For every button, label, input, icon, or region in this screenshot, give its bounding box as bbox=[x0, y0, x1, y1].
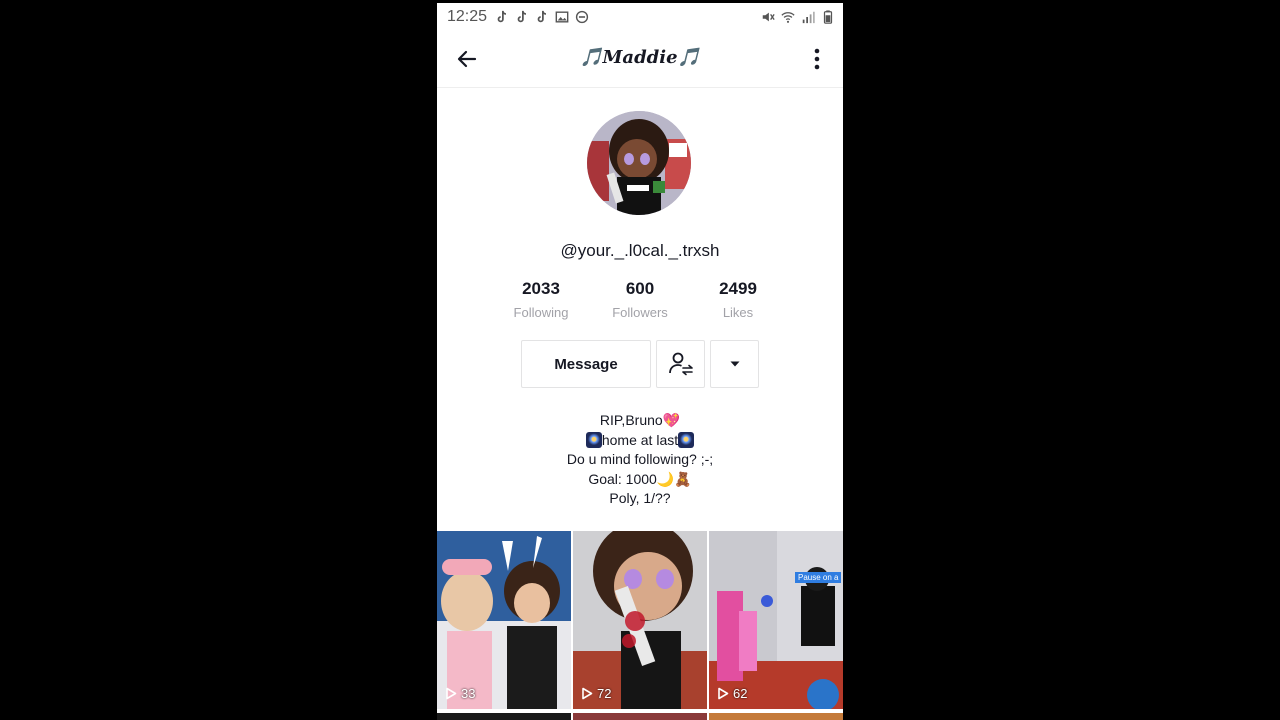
video-view-count-text: 72 bbox=[597, 686, 612, 701]
bio-line-3: Do u mind following? ;-; bbox=[566, 451, 714, 467]
video-thumbnail-image bbox=[573, 531, 707, 709]
video-thumbnail-partial[interactable] bbox=[437, 713, 571, 720]
bio-line-4: Goal: 1000🌙🧸 bbox=[588, 470, 692, 487]
video-thumbnail[interactable]: 33 bbox=[437, 531, 571, 709]
video-view-count-text: 33 bbox=[461, 686, 476, 701]
stat-following[interactable]: 2033 Following bbox=[496, 279, 586, 320]
video-thumbnail-image bbox=[437, 531, 571, 709]
tiktok-icon bbox=[537, 10, 547, 23]
status-bar: 12:25 bbox=[437, 3, 843, 31]
stat-followers-count: 600 bbox=[625, 279, 655, 298]
bio-line-5: Poly, 1/?? bbox=[609, 490, 671, 506]
video-grid: 33 72 Pause on a 62 bbox=[437, 531, 843, 720]
bio-line-1: RIP,Bruno💖 bbox=[599, 412, 681, 428]
play-icon bbox=[718, 687, 729, 700]
phone-screen: 12:25 🎵Maddie🎵 @your._.l0cal._.trxsh 203… bbox=[437, 3, 843, 720]
play-icon bbox=[446, 687, 457, 700]
stat-likes-label: Likes bbox=[722, 305, 754, 320]
tiktok-icon bbox=[497, 10, 507, 23]
page-title: 🎵Maddie🎵 bbox=[580, 47, 700, 68]
profile-bio: RIP,Bruno💖 home at last Do u mind follow… bbox=[437, 411, 843, 509]
stat-followers-label: Followers bbox=[612, 305, 668, 320]
friend-button[interactable] bbox=[656, 340, 705, 388]
bio-line-2-text: home at last bbox=[601, 431, 679, 448]
video-overlay-text: Pause on a bbox=[795, 572, 842, 583]
battery-icon bbox=[823, 10, 833, 24]
tiktok-icon bbox=[517, 10, 527, 23]
stat-likes[interactable]: 2499 Likes bbox=[693, 279, 783, 320]
caret-down-icon bbox=[730, 361, 739, 367]
more-vertical-icon[interactable] bbox=[811, 45, 823, 73]
do-not-disturb-icon bbox=[575, 10, 589, 24]
username: @your._.l0cal._.trxsh bbox=[560, 241, 720, 260]
video-thumbnail-partial[interactable] bbox=[573, 713, 707, 720]
stat-likes-count: 2499 bbox=[719, 279, 757, 298]
video-thumbnail-image bbox=[709, 531, 843, 709]
user-follow-swap-icon bbox=[668, 352, 693, 376]
gallery-icon bbox=[555, 11, 569, 23]
notification-icons bbox=[495, 10, 589, 24]
video-view-count: 33 bbox=[445, 686, 475, 701]
fireworks-emoji-icon bbox=[678, 431, 695, 448]
video-thumbnail-partial[interactable] bbox=[709, 713, 843, 720]
video-thumbnail[interactable]: Pause on a 62 bbox=[709, 531, 843, 709]
mute-icon bbox=[762, 12, 775, 22]
avatar-image bbox=[587, 111, 691, 215]
status-time: 12:25 bbox=[447, 8, 488, 25]
profile-stats: 2033 Following 600 Followers 2499 Likes bbox=[437, 279, 843, 325]
profile-actions: Message bbox=[437, 340, 843, 390]
profile-header: 🎵Maddie🎵 bbox=[437, 31, 843, 88]
avatar[interactable] bbox=[587, 111, 691, 215]
message-button[interactable]: Message bbox=[521, 340, 651, 388]
stat-following-count: 2033 bbox=[522, 279, 560, 298]
system-icons bbox=[761, 10, 835, 24]
signal-icon bbox=[802, 11, 815, 24]
stat-followers[interactable]: 600 Followers bbox=[595, 279, 685, 320]
video-view-count: 62 bbox=[717, 686, 747, 701]
video-thumbnail[interactable]: 72 bbox=[573, 531, 707, 709]
wifi-icon bbox=[781, 12, 795, 23]
fireworks-emoji-icon bbox=[585, 431, 602, 448]
stat-following-label: Following bbox=[513, 305, 569, 320]
bio-line-2: home at last bbox=[437, 431, 843, 451]
suggested-accounts-button[interactable] bbox=[710, 340, 759, 388]
play-icon bbox=[582, 687, 593, 700]
video-view-count-text: 62 bbox=[733, 686, 748, 701]
video-view-count: 72 bbox=[581, 686, 611, 701]
